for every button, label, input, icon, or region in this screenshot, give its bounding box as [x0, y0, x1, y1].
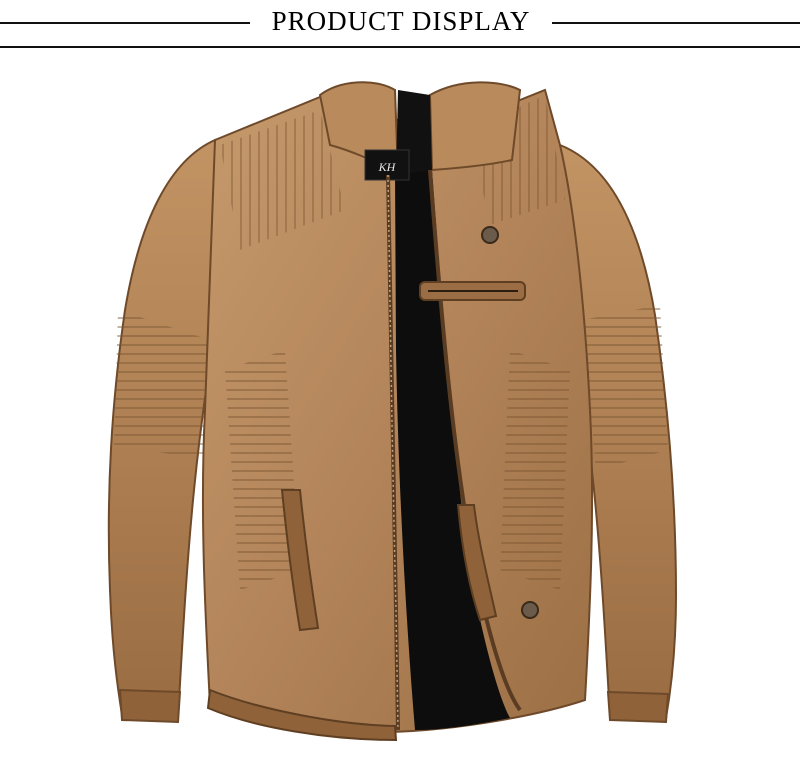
header-rule-right — [552, 22, 800, 24]
section-header: PRODUCT DISPLAY — [0, 0, 800, 50]
svg-text:KH: KH — [378, 160, 397, 174]
collar-right — [428, 81, 522, 172]
page-title: PRODUCT DISPLAY — [271, 6, 531, 36]
right-cuff — [606, 690, 670, 724]
jacket-illustration: KH — [107, 81, 678, 742]
product-photo: KH — [0, 50, 800, 782]
left-cuff — [118, 688, 182, 724]
header-divider — [0, 46, 800, 48]
header-rule-left — [0, 22, 250, 24]
